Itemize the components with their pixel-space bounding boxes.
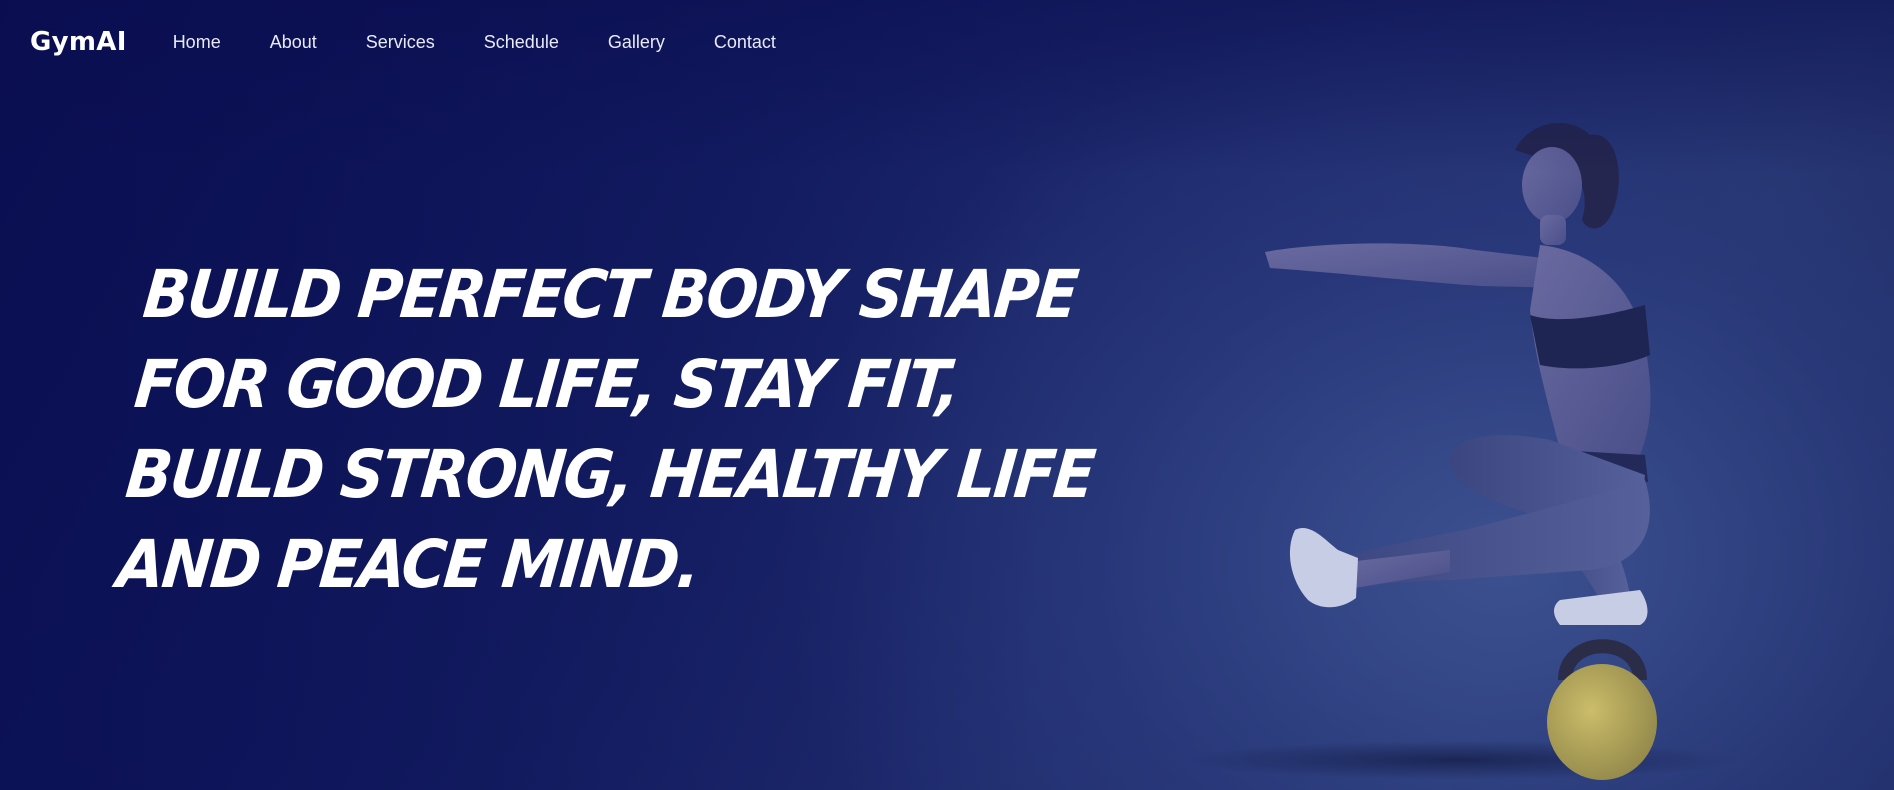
- hero-headline: BUILD PERFECT BODY SHAPE FOR GOOD LIFE, …: [113, 250, 1097, 610]
- nav-link-about[interactable]: About: [270, 32, 317, 53]
- headline-line: BUILD STRONG, HEALTHY LIFE: [122, 436, 1097, 513]
- headline-line: BUILD PERFECT BODY SHAPE: [139, 256, 1080, 333]
- nav-link-services[interactable]: Services: [366, 32, 435, 53]
- hero-section: GymAI Home About Services Schedule Galle…: [0, 0, 1894, 790]
- brand-logo[interactable]: GymAI: [30, 27, 127, 57]
- hero-athlete-image: [1265, 123, 1657, 780]
- nav-link-contact[interactable]: Contact: [714, 32, 776, 53]
- nav-link-gallery[interactable]: Gallery: [608, 32, 665, 53]
- headline-line: AND PEACE MIND.: [113, 526, 702, 603]
- nav-links: Home About Services Schedule Gallery Con…: [173, 32, 825, 53]
- nav-link-home[interactable]: Home: [173, 32, 221, 53]
- nav-link-schedule[interactable]: Schedule: [484, 32, 559, 53]
- top-navbar: GymAI Home About Services Schedule Galle…: [0, 0, 1894, 84]
- headline-line: FOR GOOD LIFE, STAY FIT,: [131, 346, 962, 423]
